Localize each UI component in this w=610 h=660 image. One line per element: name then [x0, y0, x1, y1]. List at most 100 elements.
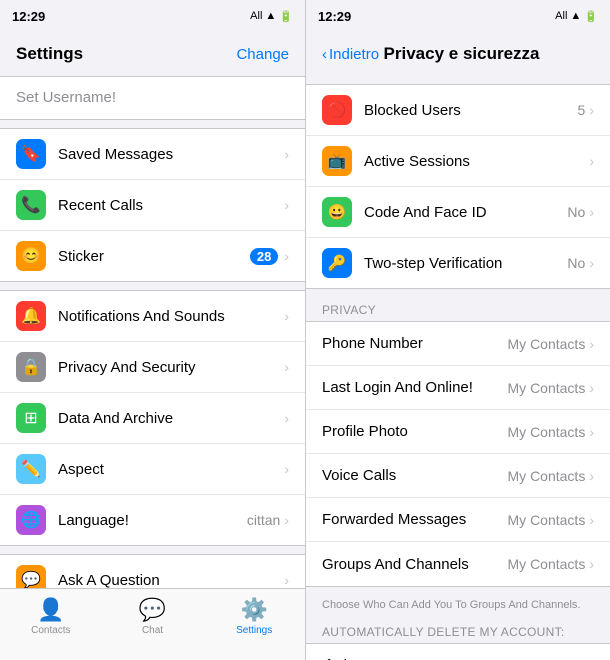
- data-label: Data And Archive: [58, 410, 284, 427]
- phone-number-label: Phone Number: [322, 335, 508, 352]
- tab-settings[interactable]: ⚙️ Settings: [203, 597, 305, 636]
- language-value: cittan: [247, 512, 280, 528]
- sticker-item[interactable]: 😊 Sticker 28 ›: [0, 231, 305, 281]
- left-status-bar: 12:29 All ▲ 🔋: [0, 0, 305, 32]
- settings-tab-label: Settings: [236, 625, 272, 636]
- right-signal-icon: All: [555, 10, 567, 22]
- voice-calls-item[interactable]: Voice Calls My Contacts ›: [306, 454, 610, 498]
- notifications-chevron: ›: [284, 308, 289, 324]
- phone-number-value: My Contacts: [508, 336, 586, 352]
- two-step-icon: 🔑: [322, 248, 352, 278]
- signal-icon: All: [250, 10, 262, 22]
- blocked-users-label: Blocked Users: [364, 102, 578, 119]
- last-login-label: Last Login And Online!: [322, 379, 508, 396]
- language-label: Language!: [58, 512, 247, 529]
- blocked-users-value: 5: [578, 102, 586, 118]
- aspect-label: Aspect: [58, 461, 284, 478]
- right-panel: 12:29 All ▲ 🔋 ‹ Indietro Privacy e sicur…: [305, 0, 610, 660]
- aspect-icon: ✏️: [16, 454, 46, 484]
- code-face-label: Code And Face ID: [364, 204, 567, 221]
- back-button[interactable]: ‹ Indietro: [322, 46, 379, 63]
- forwarded-messages-value: My Contacts: [508, 512, 586, 528]
- two-step-chevron: ›: [589, 255, 594, 271]
- groups-channels-chevron: ›: [589, 556, 594, 572]
- tab-contacts[interactable]: 👤 Contacts: [0, 597, 102, 636]
- last-login-value: My Contacts: [508, 380, 586, 396]
- privacy-chevron: ›: [284, 359, 289, 375]
- code-face-item[interactable]: 😀 Code And Face ID No ›: [306, 187, 610, 238]
- privacy-section-wrapper: PRIVACY Phone Number My Contacts › Last …: [306, 297, 610, 619]
- ask-question-label: Ask A Question: [58, 572, 284, 589]
- voice-calls-chevron: ›: [589, 468, 594, 484]
- notifications-item[interactable]: 🔔 Notifications And Sounds ›: [0, 291, 305, 342]
- blocked-users-item[interactable]: 🚫 Blocked Users 5 ›: [306, 85, 610, 136]
- right-status-icons: All ▲ 🔋: [555, 10, 598, 23]
- voice-calls-label: Voice Calls: [322, 467, 508, 484]
- forwarded-messages-item[interactable]: Forwarded Messages My Contacts ›: [306, 498, 610, 542]
- left-tab-bar: 👤 Contacts 💬 Chat ⚙️ Settings: [0, 588, 305, 660]
- middle-section: 🔔 Notifications And Sounds › 🔒 Privacy A…: [0, 290, 305, 546]
- back-label: Indietro: [329, 46, 379, 63]
- right-scroll-content: 🚫 Blocked Users 5 › 📺 Active Sessions › …: [306, 76, 610, 660]
- username-banner[interactable]: Set Username!: [0, 76, 305, 120]
- ask-question-item[interactable]: 💬 Ask A Question ›: [0, 555, 305, 588]
- left-panel: 12:29 All ▲ 🔋 Settings Change Set Userna…: [0, 0, 305, 660]
- saved-messages-item[interactable]: 🔖 Saved Messages ›: [0, 129, 305, 180]
- profile-photo-value: My Contacts: [508, 424, 586, 440]
- sticker-badge: 28: [250, 248, 278, 265]
- security-section: 🚫 Blocked Users 5 › 📺 Active Sessions › …: [306, 84, 610, 289]
- two-step-item[interactable]: 🔑 Two-step Verification No ›: [306, 238, 610, 288]
- ask-question-chevron: ›: [284, 572, 289, 588]
- data-icon: ⊞: [16, 403, 46, 433]
- aspect-item[interactable]: ✏️ Aspect ›: [0, 444, 305, 495]
- wifi-icon: ▲: [265, 10, 276, 22]
- left-scroll-content: Set Username! 🔖 Saved Messages › 📞 Recen…: [0, 76, 305, 588]
- left-nav-title: Settings: [16, 44, 83, 64]
- bottom-section: 💬 Ask A Question › ? Telegram FAQ ! ›: [0, 554, 305, 588]
- active-sessions-chevron: ›: [589, 153, 594, 169]
- active-sessions-item[interactable]: 📺 Active Sessions ›: [306, 136, 610, 187]
- right-status-bar: 12:29 All ▲ 🔋: [306, 0, 610, 32]
- last-login-chevron: ›: [589, 380, 594, 396]
- profile-photo-label: Profile Photo: [322, 423, 508, 440]
- recent-calls-item[interactable]: 📞 Recent Calls ›: [0, 180, 305, 231]
- left-status-icons: All ▲ 🔋: [250, 10, 293, 23]
- delete-section-wrapper: AUTOMATICALLY DELETE MY ACCOUNT: If Abse…: [306, 619, 610, 660]
- left-nav-bar: Settings Change: [0, 32, 305, 76]
- right-nav-title: Privacy e sicurezza: [384, 44, 540, 64]
- language-item[interactable]: 🌐 Language! cittan ›: [0, 495, 305, 545]
- code-face-chevron: ›: [589, 204, 594, 220]
- profile-photo-chevron: ›: [589, 424, 594, 440]
- right-battery-icon: 🔋: [584, 10, 598, 23]
- privacy-section-footer: Choose Who Can Add You To Groups And Cha…: [306, 595, 610, 619]
- aspect-chevron: ›: [284, 461, 289, 477]
- groups-channels-label: Groups And Channels: [322, 556, 508, 573]
- code-face-icon: 😀: [322, 197, 352, 227]
- recent-calls-chevron: ›: [284, 197, 289, 213]
- profile-photo-item[interactable]: Profile Photo My Contacts ›: [306, 410, 610, 454]
- forwarded-messages-label: Forwarded Messages: [322, 511, 508, 528]
- blocked-users-chevron: ›: [589, 102, 594, 118]
- battery-icon: 🔋: [279, 10, 293, 23]
- chats-tab-label: Chat: [142, 625, 163, 636]
- privacy-item[interactable]: 🔒 Privacy And Security ›: [0, 342, 305, 393]
- right-time: 12:29: [318, 9, 351, 24]
- recent-calls-label: Recent Calls: [58, 197, 284, 214]
- active-sessions-label: Active Sessions: [364, 153, 589, 170]
- privacy-label: Privacy And Security: [58, 359, 284, 376]
- data-item[interactable]: ⊞ Data And Archive ›: [0, 393, 305, 444]
- change-button[interactable]: Change: [236, 46, 289, 63]
- privacy-items-section: Phone Number My Contacts › Last Login An…: [306, 321, 610, 587]
- phone-number-chevron: ›: [589, 336, 594, 352]
- sticker-label: Sticker: [58, 248, 250, 265]
- delete-section-header: AUTOMATICALLY DELETE MY ACCOUNT:: [306, 619, 610, 643]
- tab-chats[interactable]: 💬 Chat: [102, 597, 204, 636]
- top-section: 🔖 Saved Messages › 📞 Recent Calls › 😊 St…: [0, 128, 305, 282]
- last-login-item[interactable]: Last Login And Online! My Contacts ›: [306, 366, 610, 410]
- delete-items-section: If Absent For 12 Months ›: [306, 643, 610, 660]
- phone-number-item[interactable]: Phone Number My Contacts ›: [306, 322, 610, 366]
- left-time: 12:29: [12, 9, 45, 24]
- groups-channels-value: My Contacts: [508, 556, 586, 572]
- groups-channels-item[interactable]: Groups And Channels My Contacts ›: [306, 542, 610, 586]
- if-absent-item[interactable]: If Absent For 12 Months ›: [306, 644, 610, 660]
